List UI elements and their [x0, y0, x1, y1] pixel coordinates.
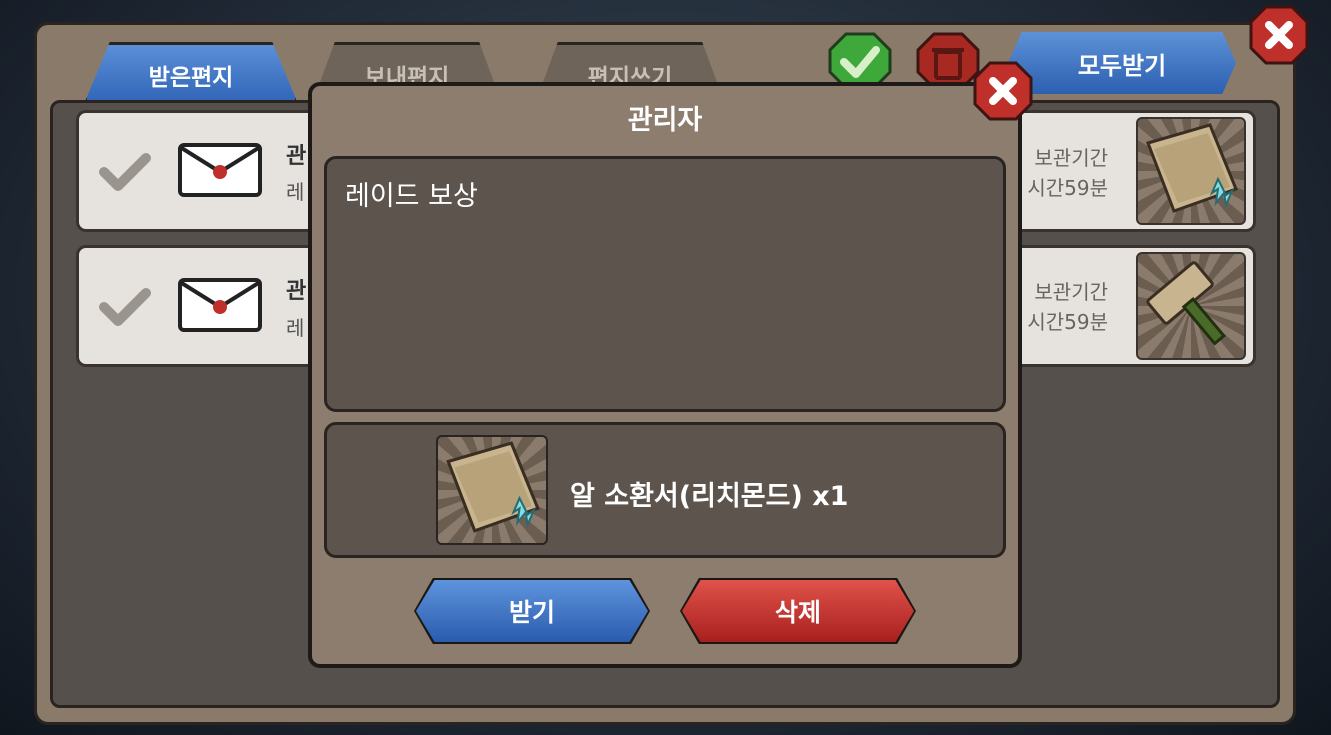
envelope-icon	[178, 278, 262, 332]
receive-all-button[interactable]: 모두받기	[1008, 32, 1236, 94]
mail-item-thumbnail	[1136, 117, 1246, 225]
envelope-icon	[178, 143, 262, 197]
accept-button[interactable]: 받기	[416, 580, 648, 642]
tab-received-mail[interactable]: 받은편지	[84, 42, 298, 104]
check-icon[interactable]	[98, 285, 152, 329]
hammer-icon	[1146, 261, 1226, 346]
mail-item-thumbnail	[1136, 252, 1246, 360]
check-icon[interactable]	[98, 150, 152, 194]
reward-thumbnail	[436, 435, 548, 545]
delete-button[interactable]: 삭제	[682, 580, 914, 642]
summon-scroll-icon	[1146, 123, 1238, 213]
mail-subject: 레	[286, 316, 305, 340]
mail-remaining-time: 시간59분	[1027, 310, 1108, 334]
mail-subject: 레	[286, 180, 305, 204]
close-dialog-icon[interactable]	[972, 60, 1034, 122]
mail-remaining-time: 시간59분	[1027, 176, 1108, 200]
mail-keep-label: 보관기간	[1034, 280, 1108, 304]
reward-name: 알 소환서(리치몬드) x1	[570, 481, 849, 512]
summon-scroll-icon	[446, 441, 540, 533]
mail-keep-label: 보관기간	[1034, 146, 1108, 170]
dialog-title: 관리자	[627, 105, 703, 136]
message-text: 레이드 보상	[345, 181, 478, 212]
mail-sender: 관	[286, 144, 307, 169]
close-window-icon[interactable]	[1248, 4, 1310, 66]
mail-sender: 관	[286, 279, 307, 304]
